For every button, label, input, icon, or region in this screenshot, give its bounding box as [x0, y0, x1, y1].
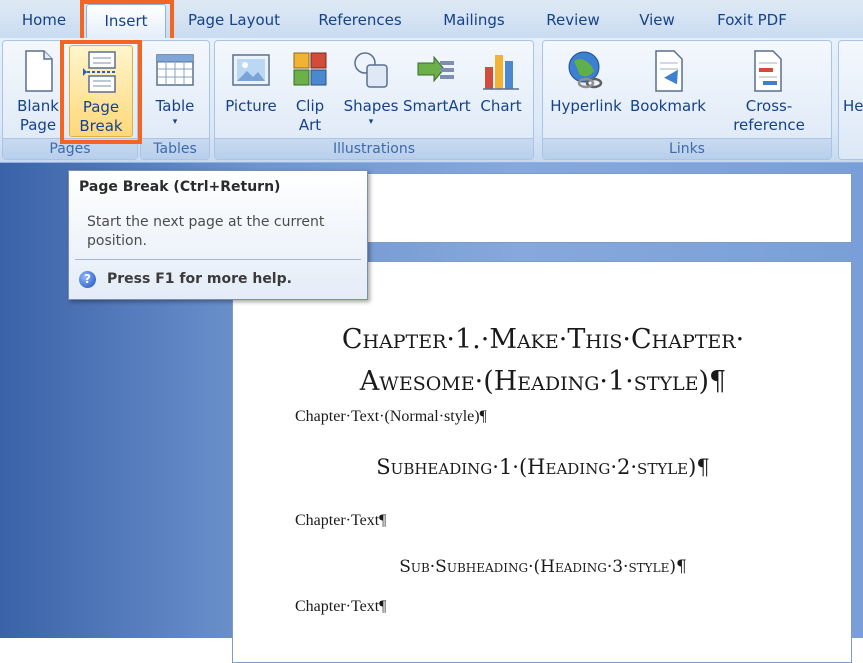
heading-2[interactable]: Subheading·1·(Heading·2·style)¶	[293, 455, 793, 479]
smartart-icon	[416, 49, 456, 93]
blank-page-label-1: Blank	[17, 97, 59, 115]
tab-review[interactable]: Review	[534, 0, 612, 38]
partial-button-label: He	[843, 97, 863, 115]
group-label-tables: Tables	[141, 138, 209, 159]
group-tables: Table ▾ Tables	[140, 40, 210, 160]
cross-reference-label: Cross-reference	[733, 97, 805, 134]
group-label-links: Links	[543, 138, 831, 159]
tab-foxit-pdf[interactable]: Foxit PDF	[706, 0, 798, 38]
cross-reference-icon	[749, 49, 789, 93]
heading-1-line-1[interactable]: Chapter·1.·Make·This·Chapter·	[293, 324, 793, 355]
page-break-label-2: Break	[79, 117, 123, 135]
tab-view[interactable]: View	[628, 0, 686, 38]
table-button[interactable]: Table ▾	[145, 45, 205, 137]
document-page[interactable]: Chapter·1.·Make·This·Chapter· Awesome·(H…	[232, 261, 852, 663]
picture-icon	[231, 49, 271, 93]
heading-1-line-2[interactable]: Awesome·(Heading·1·style)¶	[293, 366, 793, 397]
tooltip-help-text: Press F1 for more help.	[107, 271, 292, 287]
ribbon-tab-bar: Home Insert Page Layout References Maili…	[0, 0, 863, 38]
group-links: Hyperlink Bookmark Cross-reference Links	[542, 40, 832, 160]
bookmark-icon	[648, 49, 688, 93]
group-partial: He	[838, 40, 863, 160]
page-break-button[interactable]: Page Break	[69, 45, 133, 137]
smartart-label: SmartArt	[403, 97, 471, 115]
bookmark-label: Bookmark	[630, 97, 706, 115]
group-label-pages: Pages	[3, 138, 137, 159]
picture-button[interactable]: Picture	[219, 45, 283, 137]
blank-page-icon	[18, 49, 58, 93]
shapes-icon	[351, 49, 391, 93]
table-dropdown-icon: ▾	[172, 117, 178, 127]
shapes-label: Shapes	[343, 97, 399, 115]
tab-insert[interactable]: Insert	[86, 4, 166, 38]
cross-reference-button[interactable]: Cross-reference	[711, 45, 827, 137]
chart-button[interactable]: Chart	[473, 45, 529, 137]
tab-home[interactable]: Home	[8, 0, 80, 38]
chart-icon	[481, 49, 521, 93]
page-break-icon	[81, 50, 121, 94]
clip-art-icon	[290, 49, 330, 93]
chapter-text-2[interactable]: Chapter·Text¶	[295, 512, 386, 530]
table-label: Table	[155, 97, 195, 115]
group-label-illustrations: Illustrations	[215, 138, 533, 159]
clip-art-label-1: Clip	[295, 97, 325, 115]
shapes-button[interactable]: Shapes ▾	[339, 45, 403, 137]
page-break-label-1: Page	[82, 98, 120, 116]
clip-art-button[interactable]: Clip Art	[285, 45, 335, 137]
chapter-text-3[interactable]: Chapter·Text¶	[295, 598, 386, 616]
shapes-dropdown-icon: ▾	[368, 117, 374, 127]
tab-mailings[interactable]: Mailings	[430, 0, 518, 38]
chart-label: Chart	[480, 97, 522, 115]
table-icon	[155, 49, 195, 93]
tab-references[interactable]: References	[306, 0, 414, 38]
chapter-text-normal[interactable]: Chapter·Text·(Normal·style)¶	[295, 408, 487, 426]
hyperlink-label: Hyperlink	[550, 97, 622, 115]
tooltip-description: Start the next page at the current posit…	[87, 214, 325, 249]
blank-page-button[interactable]: Blank Page	[9, 45, 67, 137]
hyperlink-icon	[566, 49, 606, 93]
bookmark-button[interactable]: Bookmark	[627, 45, 709, 137]
group-illustrations: Picture Clip Art Shapes ▾ SmartArt Chart…	[214, 40, 534, 160]
partial-button[interactable]: He	[843, 45, 863, 137]
group-pages: Blank Page Page Break Pages	[2, 40, 138, 160]
ribbon: Blank Page Page Break Pages Table ▾ Tabl…	[0, 38, 863, 163]
tooltip-title: Page Break (Ctrl+Return)	[79, 179, 281, 195]
heading-3[interactable]: Sub·Subheading·(Heading·3·style)¶	[293, 557, 793, 577]
tooltip-divider	[75, 259, 361, 260]
clip-art-label-2: Art	[298, 116, 322, 134]
page-break-tooltip: Page Break (Ctrl+Return) Start the next …	[68, 170, 368, 300]
picture-label: Picture	[225, 97, 277, 115]
help-icon: ?	[79, 271, 96, 288]
hyperlink-button[interactable]: Hyperlink	[547, 45, 625, 137]
tab-page-layout[interactable]: Page Layout	[178, 0, 290, 38]
smartart-button[interactable]: SmartArt	[403, 45, 471, 137]
blank-page-label-2: Page	[19, 116, 57, 134]
